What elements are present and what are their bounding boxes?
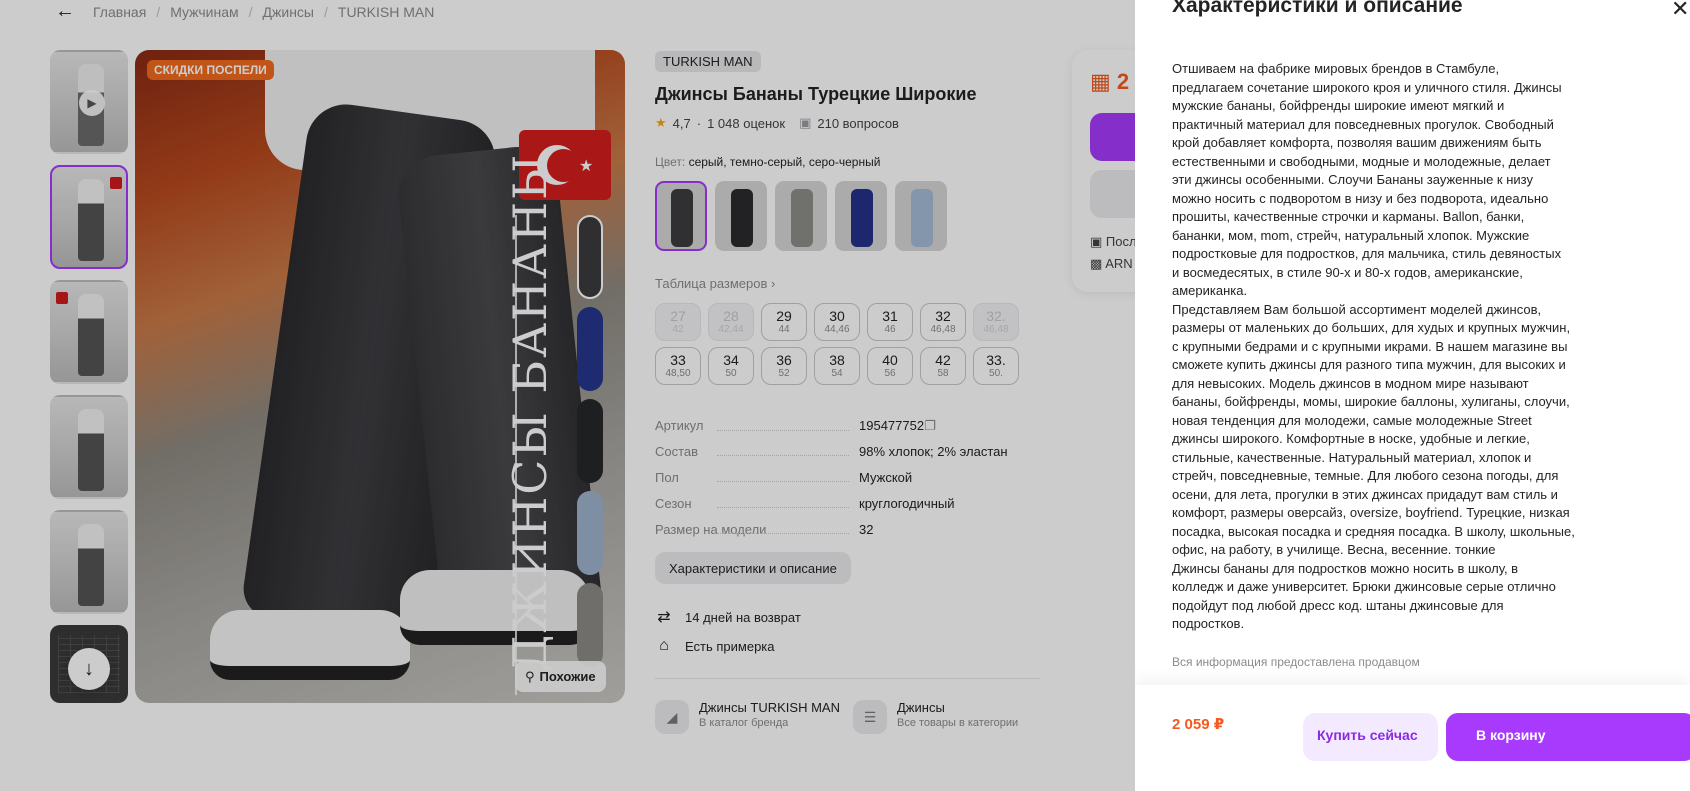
description-line: подойдут под любой дресс код. штаны джин… [1172, 597, 1504, 613]
description-line: предлагаем сочетание широкого кроя и ули… [1172, 79, 1562, 95]
description-line: стрейч, повседневные, темные. Для любого… [1172, 468, 1559, 483]
description-line: осени, для лета, прогулки в этих джинсах… [1172, 486, 1558, 502]
description-line: сможете купить джинсы для разного типа м… [1172, 357, 1566, 372]
description-line: стильные, качественные. Натуральный мате… [1172, 449, 1532, 465]
description-line: подростков. [1172, 616, 1245, 631]
description-line: бананы, бойфренды, момы, широкие баллоны… [1172, 394, 1570, 409]
description-line: прошиты, качественные строчки и карманы.… [1172, 209, 1525, 224]
description-line: американка. [1172, 283, 1248, 298]
description-line: Джинсы бананы для подростков можно носит… [1172, 560, 1519, 576]
description-line: подростковые для подростков, для мальчик… [1172, 246, 1562, 261]
modal-backdrop[interactable] [0, 0, 1135, 791]
description-line: крой добавляет комфорта, позволяя вашим … [1172, 135, 1542, 150]
description-line: колледж и даже университет. Брюки джинсо… [1172, 579, 1556, 594]
description-line: комфорт, размеры оверсайз, oversize, boy… [1172, 505, 1570, 520]
panel-price: 2 059 ₽ [1172, 716, 1225, 733]
description-line: можно носить с подворотом в низу и без п… [1172, 190, 1549, 206]
close-icon[interactable]: ✕ [1671, 0, 1689, 22]
description-panel: Характеристики и описание ✕ Отшиваем на … [1135, 0, 1690, 791]
description-line: естественными и свободными, модные и мол… [1172, 153, 1551, 169]
description-line: офис, на работу, в училище. Весна, весен… [1172, 542, 1496, 557]
panel-title: Характеристики и описание [1172, 0, 1463, 17]
description-line: и восмедесятых, в стиле 90-х и 80-х годо… [1172, 264, 1523, 280]
description-line: с крупными бедрами и с крупными икрами. … [1172, 338, 1568, 354]
description-line: эти джинсы особенными. Слоучи Бананы зау… [1172, 172, 1533, 187]
description-line: Отшиваем на фабрике мировых брендов в Ст… [1172, 61, 1500, 76]
description-line: посадка, высокая посадка и средняя посад… [1172, 523, 1575, 539]
description-line: бананки, мом, mom, стрейч, натуральный х… [1172, 227, 1530, 243]
description-line: джинсы широкого. Комфортные в носке, удо… [1172, 431, 1530, 446]
description-line: новая тенденция для молодежи, самые моло… [1172, 412, 1532, 428]
description-line: мужские бананы, бойфренды широкие имеют … [1172, 98, 1505, 113]
buy-now-button[interactable]: Купить сейчас [1303, 713, 1438, 761]
description-line: практичный материал для повседневных про… [1172, 116, 1554, 132]
description-line: Представляем Вам большой ассортимент мод… [1172, 301, 1542, 317]
description-line: для невысоких. Модель джинсов в модном м… [1172, 375, 1529, 391]
seller-info-note: Вся информация предоставлена продавцом [1172, 655, 1420, 669]
panel-action-bar: 2 059 ₽ Купить сейчас В корзину [1135, 685, 1690, 791]
description-line: размеры от маленьких до больших, для худ… [1172, 320, 1571, 335]
add-to-cart-button[interactable]: В корзину [1446, 713, 1690, 761]
description-text: Отшиваем на фабрике мировых брендов в Ст… [1172, 60, 1575, 634]
